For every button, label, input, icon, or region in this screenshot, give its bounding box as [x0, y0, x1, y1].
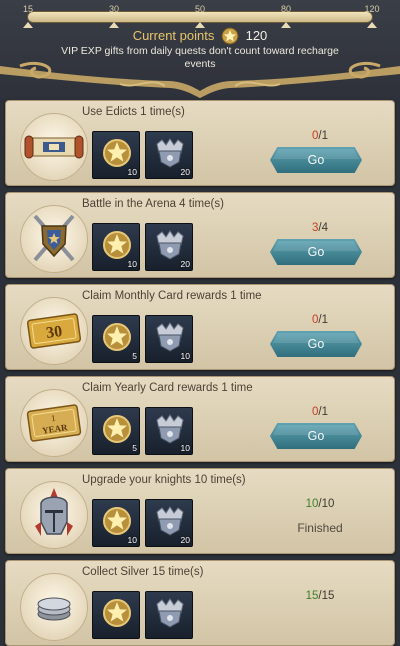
reward-slot[interactable] [92, 591, 140, 639]
reward-slot[interactable]: 10 [145, 407, 193, 455]
quest-title: Battle in the Arena 4 time(s) [82, 198, 224, 210]
milestone-label: 15 [22, 4, 33, 14]
reward-quantity: 20 [180, 259, 190, 269]
quest-card: Battle in the Arena 4 time(s) 10 20 3/4 … [5, 192, 395, 278]
monthly-card-text: 30 [45, 323, 63, 342]
reward-quantity: 5 [132, 443, 137, 453]
silver-crown-badge-icon [156, 138, 184, 168]
quest-progress: 0/1 [270, 130, 370, 142]
silver-coins-icon [20, 573, 88, 641]
reward-slot[interactable]: 10 [92, 131, 140, 179]
reward-slot[interactable]: 5 [92, 315, 140, 363]
go-button[interactable]: Go [270, 147, 362, 173]
milestone-label: 50 [194, 4, 205, 14]
quest-title: Claim Monthly Card rewards 1 time [82, 290, 262, 302]
header-ornament [0, 61, 400, 98]
silver-crown-badge-icon [156, 414, 184, 444]
milestone-label: 120 [364, 4, 380, 14]
milestone-label: 30 [108, 4, 119, 14]
reward-slot[interactable]: 20 [145, 223, 193, 271]
go-button[interactable]: Go [270, 423, 362, 449]
progress-total: 1 [321, 314, 328, 326]
silver-crown-badge-icon [156, 598, 184, 628]
progress-total: 4 [321, 222, 328, 234]
progress-current: 15 [305, 590, 319, 602]
gold-medal-icon [103, 599, 131, 627]
progress-total: 10 [321, 498, 335, 510]
reward-quantity: 20 [180, 535, 190, 545]
silver-crown-badge-icon [156, 506, 184, 536]
reward-slot[interactable]: 5 [92, 407, 140, 455]
points-progress-bar: 15 30 50 80 120 [23, 5, 380, 22]
quest-progress: 10/10 [270, 498, 370, 510]
gold-medal-icon [103, 415, 131, 443]
reward-quantity: 20 [180, 167, 190, 177]
reward-slot[interactable]: 20 [145, 131, 193, 179]
monthly-card-icon: 30 [20, 297, 88, 365]
quest-card: Claim Yearly Card rewards 1 time 1 YEAR … [5, 376, 395, 462]
reward-quantity: 10 [180, 351, 190, 361]
reward-slot[interactable]: 10 [92, 223, 140, 271]
reward-slot[interactable] [145, 591, 193, 639]
yearly-card-icon: 1 YEAR [20, 389, 88, 457]
gold-medal-icon [103, 323, 131, 351]
progress-total: 1 [321, 130, 328, 142]
reward-quantity: 10 [127, 535, 137, 545]
reward-quantity: 5 [132, 351, 137, 361]
gold-medal-icon [103, 507, 131, 535]
reward-slot[interactable]: 20 [145, 499, 193, 547]
finished-status: Finished [297, 521, 343, 535]
quest-card: Claim Monthly Card rewards 1 time 30 5 1… [5, 284, 395, 370]
progress-total: 15 [321, 590, 335, 602]
reward-slot[interactable]: 10 [92, 499, 140, 547]
go-button[interactable]: Go [270, 331, 362, 357]
quest-progress: 15/15 [270, 590, 370, 602]
vip-points-header: 15 30 50 80 120 Current points 120 VIP E… [0, 0, 400, 98]
reward-quantity: 10 [127, 167, 137, 177]
milestone-label: 80 [280, 4, 291, 14]
gold-medal-icon [103, 139, 131, 167]
silver-crown-badge-icon [156, 322, 184, 352]
silver-crown-badge-icon [156, 230, 184, 260]
crossed-swords-shield-icon [20, 205, 88, 273]
scroll-icon [20, 113, 88, 181]
go-button[interactable]: Go [270, 239, 362, 265]
reward-quantity: 10 [127, 259, 137, 269]
quest-progress: 0/1 [270, 314, 370, 326]
quest-card: Collect Silver 15 time(s) 15/15 [5, 560, 395, 646]
points-value: 120 [245, 28, 268, 43]
points-label: Current points [132, 28, 215, 43]
progress-current: 10 [305, 498, 319, 510]
quest-title: Claim Yearly Card rewards 1 time [82, 382, 253, 394]
quest-card: Upgrade your knights 10 time(s) 10 20 10… [5, 468, 395, 554]
knight-helmet-icon [20, 481, 88, 549]
reward-quantity: 10 [180, 443, 190, 453]
quest-progress: 3/4 [270, 222, 370, 234]
quest-title: Upgrade your knights 10 time(s) [82, 474, 246, 486]
quest-title: Use Edicts 1 time(s) [82, 106, 185, 118]
progress-total: 1 [321, 406, 328, 418]
quest-progress: 0/1 [270, 406, 370, 418]
quest-card: Use Edicts 1 time(s) 10 20 0/1 Go [5, 100, 395, 186]
gold-medal-icon [103, 231, 131, 259]
quest-title: Collect Silver 15 time(s) [82, 566, 204, 578]
reward-slot[interactable]: 10 [145, 315, 193, 363]
